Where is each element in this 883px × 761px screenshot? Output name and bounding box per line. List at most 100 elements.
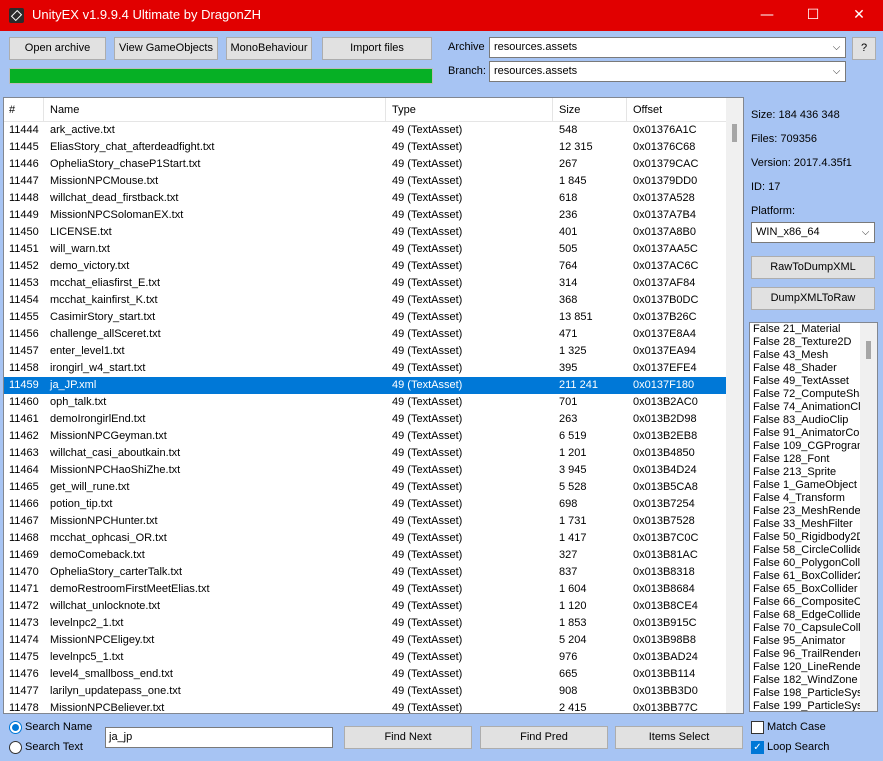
list-item[interactable]: False 28_Texture2D <box>750 336 860 349</box>
table-row[interactable]: 11467 MissionNPCHunter.txt 49 (TextAsset) 1… <box>4 513 727 530</box>
table-row[interactable]: 11475 levelnpc5_1.txt 49 (TextAsset) 976 0x0… <box>4 649 727 666</box>
list-item[interactable]: False 48_Shader <box>750 362 860 375</box>
table-row[interactable]: 11449 MissionNPCSolomanEX.txt 49 (TextAsse… <box>4 207 727 224</box>
table-row[interactable]: 11469 demoComeback.txt 49 (TextAsset) 327 0x… <box>4 547 727 564</box>
list-item[interactable]: False 182_WindZone <box>750 674 860 687</box>
table-cell: 11453 <box>9 277 39 289</box>
list-item[interactable]: False 128_Font <box>750 453 860 466</box>
table-row[interactable]: 11444 ark_active.txt 49 (TextAsset) 548 0x01… <box>4 122 727 139</box>
branch-select[interactable]: resources.assets ⌵ <box>489 61 846 82</box>
list-item[interactable]: False 70_CapsuleCollider2D <box>750 622 860 635</box>
table-row[interactable]: 11478 MissionNPCBeliever.txt 49 (TextAsset… <box>4 700 727 713</box>
search-text-radio[interactable] <box>9 741 22 754</box>
table-row[interactable]: 11459 ja_JP.xml 49 (TextAsset) 211 241 0x013… <box>4 377 727 394</box>
table-row[interactable]: 11447 MissionNPCMouse.txt 49 (TextAsset) 1 … <box>4 173 727 190</box>
column-header-size[interactable]: Size <box>554 98 627 122</box>
list-item[interactable]: False 96_TrailRenderer <box>750 648 860 661</box>
list-item[interactable]: False 72_ComputeShader <box>750 388 860 401</box>
table-row[interactable]: 11450 LICENSE.txt 49 (TextAsset) 401 0x0137A… <box>4 224 727 241</box>
list-item[interactable]: False 43_Mesh <box>750 349 860 362</box>
table-row[interactable]: 11456 challenge_allSceret.txt 49 (TextAsse… <box>4 326 727 343</box>
table-row[interactable]: 11454 mcchat_kainfirst_K.txt 49 (TextAsset… <box>4 292 727 309</box>
type-filter-list[interactable]: False 21_Material False 28_Texture2D False… <box>749 322 878 712</box>
open-archive-button[interactable]: Open archive <box>9 37 106 60</box>
list-item[interactable]: False 120_LineRenderer <box>750 661 860 674</box>
find-next-button[interactable]: Find Next <box>344 726 472 749</box>
items-select-button[interactable]: Items Select <box>615 726 743 749</box>
table-row[interactable]: 11461 demoIrongirlEnd.txt 49 (TextAsset) 26… <box>4 411 727 428</box>
list-item[interactable]: False 65_BoxCollider <box>750 583 860 596</box>
view-gameobjects-button[interactable]: View GameObjects <box>114 37 218 60</box>
list-item[interactable]: False 66_CompositeCollider2D <box>750 596 860 609</box>
match-case-label[interactable]: Match Case <box>767 721 826 733</box>
table-row[interactable]: 11451 will_warn.txt 49 (TextAsset) 505 0x013… <box>4 241 727 258</box>
table-row[interactable]: 11471 demoRestroomFirstMeetElias.txt 49 (T… <box>4 581 727 598</box>
table-row[interactable]: 11448 willchat_dead_firstback.txt 49 (Text… <box>4 190 727 207</box>
table-row[interactable]: 11458 irongirl_w4_start.txt 49 (TextAsset)… <box>4 360 727 377</box>
find-pred-button[interactable]: Find Pred <box>480 726 608 749</box>
table-row[interactable]: 11462 MissionNPCGeyman.txt 49 (TextAsset) 6… <box>4 428 727 445</box>
list-scrollbar-thumb[interactable] <box>732 124 737 142</box>
help-button[interactable]: ? <box>852 37 876 60</box>
list-item[interactable]: False 21_Material <box>750 323 860 336</box>
table-row[interactable]: 11446 OpheliaStory_chaseP1Start.txt 49 (Te… <box>4 156 727 173</box>
list-item[interactable]: False 91_AnimatorController <box>750 427 860 440</box>
list-item[interactable]: False 1_GameObject <box>750 479 860 492</box>
raw-to-dumpxml-button[interactable]: RawToDumpXML <box>751 256 875 279</box>
table-row[interactable]: 11474 MissionNPCEligey.txt 49 (TextAsset) 5… <box>4 632 727 649</box>
table-row[interactable]: 11453 mcchat_eliasfirst_E.txt 49 (TextAsse… <box>4 275 727 292</box>
table-row[interactable]: 11470 OpheliaStory_carterTalk.txt 49 (Text… <box>4 564 727 581</box>
column-header-name[interactable]: Name <box>45 98 386 122</box>
search-name-radio[interactable] <box>9 721 22 734</box>
table-row[interactable]: 11452 demo_victory.txt 49 (TextAsset) 764 0x… <box>4 258 727 275</box>
column-header-offset[interactable]: Offset <box>628 98 727 122</box>
table-row[interactable]: 11457 enter_level1.txt 49 (TextAsset) 1 325… <box>4 343 727 360</box>
column-header-index[interactable]: # <box>4 98 44 122</box>
table-row[interactable]: 11455 CasimirStory_start.txt 49 (TextAsset… <box>4 309 727 326</box>
search-input[interactable]: ja_jp <box>105 727 333 748</box>
list-item[interactable]: False 58_CircleCollider2D <box>750 544 860 557</box>
table-row[interactable]: 11477 larilyn_updatepass_one.txt 49 (TextA… <box>4 683 727 700</box>
table-row[interactable]: 11473 levelnpc2_1.txt 49 (TextAsset) 1 853 0… <box>4 615 727 632</box>
type-list-scrollbar[interactable] <box>860 323 877 711</box>
list-scrollbar[interactable] <box>726 98 743 713</box>
table-row[interactable]: 11464 MissionNPCHaoShiZhe.txt 49 (TextAsse… <box>4 462 727 479</box>
table-row[interactable]: 11476 level4_smallboss_end.txt 49 (TextAss… <box>4 666 727 683</box>
list-item[interactable]: False 61_BoxCollider2D <box>750 570 860 583</box>
list-item[interactable]: False 50_Rigidbody2D <box>750 531 860 544</box>
list-item[interactable]: False 83_AudioClip <box>750 414 860 427</box>
list-item[interactable]: False 49_TextAsset <box>750 375 860 388</box>
list-item[interactable]: False 4_Transform <box>750 492 860 505</box>
list-item[interactable]: False 95_Animator <box>750 635 860 648</box>
table-row[interactable]: 11445 EliasStory_chat_afterdeadfight.txt 4… <box>4 139 727 156</box>
list-item[interactable]: False 109_CGProgram <box>750 440 860 453</box>
list-item[interactable]: False 213_Sprite <box>750 466 860 479</box>
list-item[interactable]: False 68_EdgeCollider2D <box>750 609 860 622</box>
list-item[interactable]: False 23_MeshRenderer <box>750 505 860 518</box>
search-name-label[interactable]: Search Name <box>25 721 92 733</box>
type-list-scrollbar-thumb[interactable] <box>866 341 871 359</box>
table-row[interactable]: 11468 mcchat_ophcasi_OR.txt 49 (TextAsset)… <box>4 530 727 547</box>
table-row[interactable]: 11466 potion_tip.txt 49 (TextAsset) 698 0x01… <box>4 496 727 513</box>
import-files-button[interactable]: Import files <box>322 37 432 60</box>
table-row[interactable]: 11460 oph_talk.txt 49 (TextAsset) 701 0x013B… <box>4 394 727 411</box>
asset-list[interactable]: # Name Type Size Offset 11444 ark_active.… <box>3 97 744 714</box>
list-item[interactable]: False 199_ParticleSystemRenderer <box>750 700 860 711</box>
dumpxml-to-raw-button[interactable]: DumpXMLToRaw <box>751 287 875 310</box>
archive-select[interactable]: resources.assets ⌵ <box>489 37 846 58</box>
loop-search-label[interactable]: Loop Search <box>767 741 829 753</box>
match-case-checkbox[interactable] <box>751 721 764 734</box>
table-row[interactable]: 11463 willchat_casi_aboutkain.txt 49 (Text… <box>4 445 727 462</box>
search-text-label[interactable]: Search Text <box>25 741 83 753</box>
list-item[interactable]: False 33_MeshFilter <box>750 518 860 531</box>
list-item[interactable]: False 198_ParticleSystem <box>750 687 860 700</box>
list-item[interactable]: False 74_AnimationClip <box>750 401 860 414</box>
table-row[interactable]: 11472 willchat_unlocknote.txt 49 (TextAsse… <box>4 598 727 615</box>
branch-select-value: resources.assets <box>494 65 578 77</box>
loop-search-checkbox[interactable]: ✓ <box>751 741 764 754</box>
list-item[interactable]: False 60_PolygonCollider2D <box>750 557 860 570</box>
platform-select[interactable]: WIN_x86_64 ⌵ <box>751 222 875 243</box>
column-header-type[interactable]: Type <box>387 98 553 122</box>
monobehaviour-button[interactable]: MonoBehaviour <box>226 37 312 60</box>
table-row[interactable]: 11465 get_will_rune.txt 49 (TextAsset) 5 52… <box>4 479 727 496</box>
